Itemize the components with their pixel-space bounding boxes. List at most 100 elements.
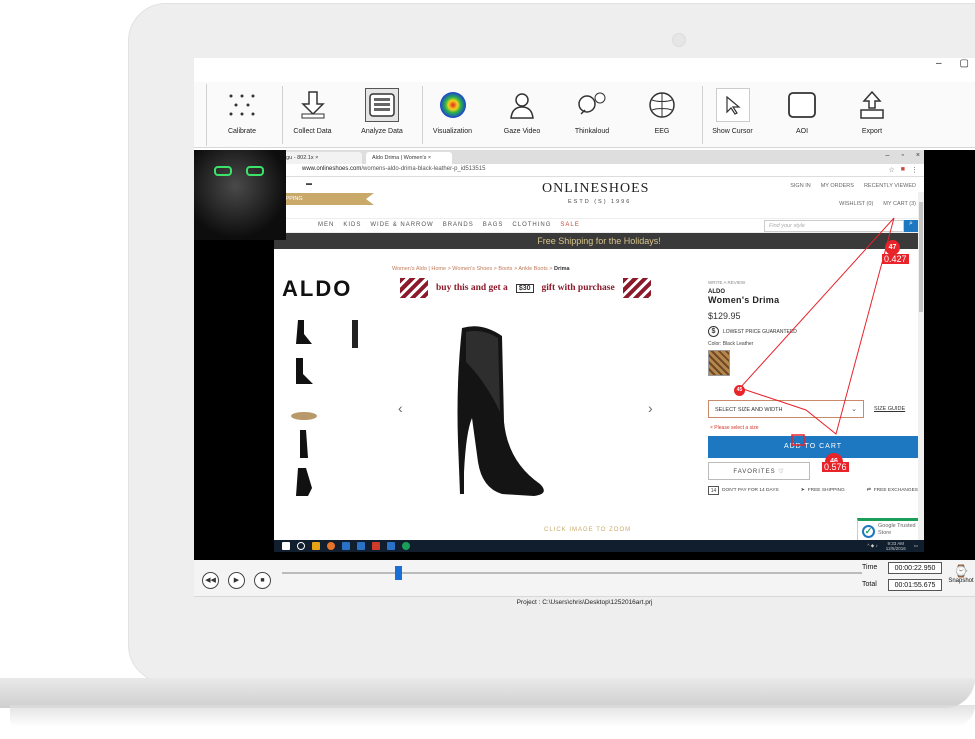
notification-icon[interactable]: ▭: [914, 543, 918, 549]
thumbnail-3[interactable]: [290, 356, 318, 388]
site-logo[interactable]: ONLINESHOES: [542, 181, 649, 197]
gaze-video-icon: [505, 88, 539, 122]
browser-minimize-button[interactable]: –: [886, 152, 890, 159]
nav-men[interactable]: MEN: [318, 222, 334, 228]
thumbnail-6[interactable]: [290, 466, 318, 498]
show-cursor-button[interactable]: Show Cursor: [702, 86, 762, 144]
breadcrumb-path[interactable]: Women's Aldo | Home > Women's Shoes > Bo…: [392, 266, 554, 272]
laptop-shadow: [10, 705, 975, 727]
next-image-arrow[interactable]: ›: [648, 400, 653, 416]
gift-text-left: buy this and get a: [436, 283, 508, 293]
gaze-video-button[interactable]: Gaze Video: [492, 86, 552, 144]
cart-link[interactable]: MY CART (3): [883, 201, 916, 207]
aoi-button[interactable]: AOI: [772, 86, 832, 144]
nav-bags[interactable]: BAGS: [483, 222, 504, 228]
us-flag-icon[interactable]: ▬: [306, 181, 312, 187]
thumbnail-1[interactable]: [290, 318, 318, 350]
app-icon[interactable]: [357, 542, 365, 550]
add-to-cart-button[interactable]: ADD TO CART: [708, 436, 918, 458]
stop-icon[interactable]: ■: [254, 572, 271, 589]
nav-sale[interactable]: SALE: [560, 222, 579, 228]
browser-tab-active[interactable]: Aldo Drima | Women's ×: [366, 152, 452, 164]
browser-close-button[interactable]: ×: [916, 152, 920, 159]
analyze-data-icon: [365, 88, 399, 122]
camera-icon: ⌚: [953, 564, 969, 578]
promo-banner[interactable]: Free Shipping for the Holidays!: [274, 233, 924, 249]
extension-icon[interactable]: ■: [901, 166, 905, 174]
nav-kids[interactable]: KIDS: [343, 222, 361, 228]
size-select[interactable]: SELECT SIZE AND WIDTH ⌄: [708, 400, 864, 418]
recently-viewed-link[interactable]: RECENTLY VIEWED: [864, 183, 916, 189]
size-guide-link[interactable]: SIZE GUIDE: [874, 406, 905, 412]
browser-tools: ☆ ■ ⋮: [888, 166, 918, 174]
laptop-mockup: – ▢ Calibrate Collect Data Analyze Data …: [0, 0, 975, 739]
color-swatch[interactable]: [708, 350, 730, 376]
scrollbar-thumb[interactable]: [919, 202, 923, 312]
thumbnail-5[interactable]: [290, 428, 318, 460]
nav-brands[interactable]: BRANDS: [443, 222, 474, 228]
check-icon: ✓: [862, 525, 875, 538]
perk-free-shipping: ➤ FREE SHIPPING: [801, 486, 845, 495]
play-icon[interactable]: ▶: [228, 572, 245, 589]
collect-data-icon: [296, 88, 330, 122]
export-button[interactable]: Export: [842, 86, 902, 144]
browser-window: negu - 802.1x × Aldo Drima | Women's × –…: [274, 150, 924, 552]
menu-icon[interactable]: ⋮: [911, 166, 918, 174]
category-list: MEN KIDS WIDE & NARROW BRANDS BAGS CLOTH…: [318, 222, 580, 228]
brand-logo[interactable]: ALDO: [282, 276, 352, 302]
app-icon[interactable]: [372, 542, 380, 550]
gift-banner[interactable]: buy this and get a $30 gift with purchas…: [400, 278, 690, 298]
cortana-icon[interactable]: [297, 542, 305, 550]
sign-in-link[interactable]: SIGN IN: [790, 183, 810, 189]
minimize-button[interactable]: –: [936, 58, 942, 72]
tray-icons[interactable]: ^ ◆ ♪: [867, 543, 877, 549]
timeline-slider[interactable]: [395, 566, 402, 580]
thinkaloud-button[interactable]: Thinkaloud: [562, 86, 622, 144]
calibrate-button[interactable]: Calibrate: [212, 86, 272, 144]
rewind-icon[interactable]: ◀◀: [202, 572, 219, 589]
app-icon[interactable]: [342, 542, 350, 550]
shipping-ribbon[interactable]: IPPING: [274, 193, 374, 205]
product-name: Women's Drima: [708, 295, 780, 305]
browser-scrollbar[interactable]: [918, 192, 924, 542]
thumbnail-2[interactable]: [342, 318, 370, 350]
main-product-image[interactable]: [442, 322, 552, 502]
clock[interactable]: 9:33 AM 12/5/2016: [886, 541, 906, 551]
zoom-hint[interactable]: CLICK IMAGE TO ZOOM: [544, 527, 631, 533]
chrome-icon[interactable]: [327, 542, 335, 550]
star-icon[interactable]: ☆: [888, 166, 894, 174]
browser-tab[interactable]: negu - 802.1x ×: [274, 152, 362, 164]
wishlist-link[interactable]: WISHLIST (0): [839, 201, 873, 207]
app-icon[interactable]: [402, 542, 410, 550]
timeline-track[interactable]: [282, 572, 862, 574]
site-header: ▬ IPPING ONLINESHOES ESTD (S) 1996 SIGN …: [274, 177, 924, 219]
eye-tracking-right: [246, 166, 264, 176]
prev-image-arrow[interactable]: ‹: [398, 400, 403, 416]
favorites-button[interactable]: FAVORITES ♡: [708, 462, 810, 480]
my-orders-link[interactable]: MY ORDERS: [821, 183, 854, 189]
collect-data-button[interactable]: Collect Data: [282, 86, 342, 144]
explorer-icon[interactable]: [312, 542, 320, 550]
nav-clothing[interactable]: CLOTHING: [512, 222, 551, 228]
app-icon[interactable]: [387, 542, 395, 550]
start-icon[interactable]: [282, 542, 290, 550]
analyze-data-button[interactable]: Analyze Data: [352, 86, 412, 144]
address-bar[interactable]: www.onlineshoes.com/womens-aldo-drima-bl…: [274, 164, 924, 177]
search-input[interactable]: Find your style: [764, 220, 904, 232]
calibrate-dots-icon: [225, 88, 259, 122]
eeg-button[interactable]: EEG: [632, 86, 692, 144]
perk-pay-later: 14 DON'T PAY FOR 14 DAYS: [708, 486, 779, 495]
status-bar: Project : C:\Users\chris\Desktop\1252016…: [194, 596, 975, 608]
maximize-button[interactable]: ▢: [960, 58, 969, 72]
product-details: WRITE A REVIEW ALDO Women's Drima $129.9…: [708, 280, 922, 376]
export-label: Export: [861, 128, 883, 135]
browser-maximize-button[interactable]: ▫: [901, 152, 903, 159]
participant-webcam: [194, 150, 286, 240]
search-icon[interactable]: ⌕: [904, 220, 918, 232]
snapshot-button[interactable]: ⌚ Snapshot: [947, 564, 975, 584]
write-review-link[interactable]: WRITE A REVIEW: [708, 280, 922, 285]
visualization-button[interactable]: Visualization: [422, 86, 482, 144]
product-price: $129.95: [708, 311, 741, 321]
recording-viewport: negu - 802.1x × Aldo Drima | Women's × –…: [194, 150, 975, 560]
nav-wide-narrow[interactable]: WIDE & NARROW: [370, 222, 433, 228]
